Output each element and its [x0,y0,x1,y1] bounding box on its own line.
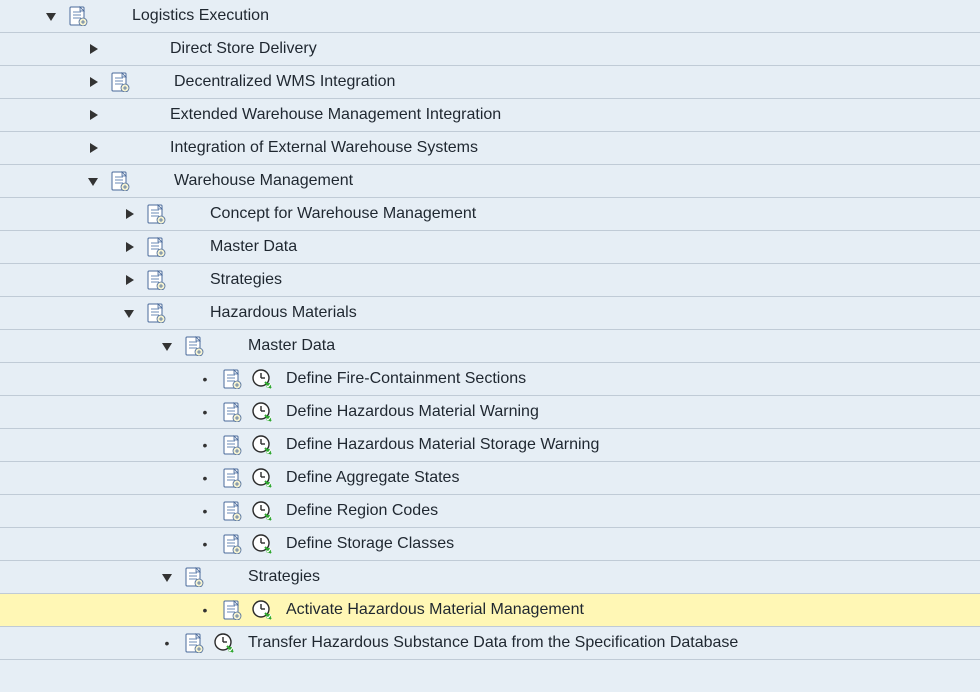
tree-row-define-storage-classes[interactable]: • Define Storage Classes [0,528,980,561]
document-icon [220,433,244,457]
document-icon [220,367,244,391]
expand-toggle-open-icon[interactable] [42,7,60,25]
tree-row-define-aggregate-states[interactable]: • Define Aggregate States [0,462,980,495]
tree-row-strategies-hazmat[interactable]: Strategies [0,561,980,594]
leaf-bullet-icon: • [196,470,214,486]
tree-row-concept-wm[interactable]: Concept for Warehouse Management [0,198,980,231]
document-icon [144,202,168,226]
tree-label: Master Data [242,337,335,355]
tree-label: Define Storage Classes [280,535,454,553]
execute-icon[interactable] [250,400,274,424]
expand-toggle-open-icon[interactable] [84,172,102,190]
leaf-bullet-icon: • [196,371,214,387]
tree-row-extended-wm-integration[interactable]: Extended Warehouse Management Integratio… [0,99,980,132]
document-icon [66,4,90,28]
expand-toggle-closed-icon[interactable] [84,73,102,91]
leaf-bullet-icon: • [158,635,176,651]
tree-label: Define Hazardous Material Warning [280,403,539,421]
expand-toggle-open-icon[interactable] [158,568,176,586]
execute-icon[interactable] [250,532,274,556]
document-icon [220,499,244,523]
document-icon [220,532,244,556]
execute-icon[interactable] [250,433,274,457]
tree-row-master-data-wm[interactable]: Master Data [0,231,980,264]
tree-row-hazardous-materials[interactable]: Hazardous Materials [0,297,980,330]
tree-row-direct-store-delivery[interactable]: Direct Store Delivery [0,33,980,66]
tree-row-logistics-execution[interactable]: Logistics Execution [0,0,980,33]
tree-label: Define Aggregate States [280,469,459,487]
tree-label: Hazardous Materials [204,304,357,322]
tree-row-define-hazmat-warning[interactable]: • Define Hazardous Material Warning [0,396,980,429]
expand-toggle-closed-icon[interactable] [120,271,138,289]
tree-row-define-fire-containment[interactable]: • Define Fire-Containment Sections [0,363,980,396]
tree-row-define-hazmat-storage-warning[interactable]: • Define Hazardous Material Storage Warn… [0,429,980,462]
leaf-bullet-icon: • [196,503,214,519]
tree-row-warehouse-management[interactable]: Warehouse Management [0,165,980,198]
leaf-bullet-icon: • [196,602,214,618]
tree-row-decentralized-wms[interactable]: Decentralized WMS Integration [0,66,980,99]
document-icon [182,565,206,589]
tree-label: Logistics Execution [126,7,269,25]
tree-label: Warehouse Management [168,172,353,190]
tree-label: Integration of External Warehouse System… [164,139,478,157]
document-icon [182,631,206,655]
tree-row-define-region-codes[interactable]: • Define Region Codes [0,495,980,528]
execute-icon[interactable] [250,499,274,523]
document-icon [182,334,206,358]
document-icon [144,301,168,325]
document-icon [220,400,244,424]
tree-label: Activate Hazardous Material Management [280,601,584,619]
tree-label: Direct Store Delivery [164,40,317,58]
document-icon [144,268,168,292]
expand-toggle-closed-icon[interactable] [84,139,102,157]
execute-icon[interactable] [250,466,274,490]
tree-row-activate-hazmat-mgmt[interactable]: • Activate Hazardous Material Management [0,594,980,627]
tree-label: Strategies [242,568,320,586]
expand-toggle-open-icon[interactable] [158,337,176,355]
leaf-bullet-icon: • [196,404,214,420]
tree-label: Extended Warehouse Management Integratio… [164,106,501,124]
tree-label: Decentralized WMS Integration [168,73,395,91]
document-icon [220,466,244,490]
expand-toggle-open-icon[interactable] [120,304,138,322]
tree-label: Concept for Warehouse Management [204,205,476,223]
tree-label: Define Hazardous Material Storage Warnin… [280,436,599,454]
tree-row-master-data-hazmat[interactable]: Master Data [0,330,980,363]
document-icon [220,598,244,622]
tree-label: Transfer Hazardous Substance Data from t… [242,634,738,652]
document-icon [144,235,168,259]
leaf-bullet-icon: • [196,536,214,552]
tree-label: Strategies [204,271,282,289]
document-icon [108,169,132,193]
tree-row-transfer-hazsub-data[interactable]: • Transfer Hazardous Substance Data from… [0,627,980,660]
expand-toggle-closed-icon[interactable] [120,205,138,223]
execute-icon[interactable] [212,631,236,655]
expand-toggle-closed-icon[interactable] [84,40,102,58]
expand-toggle-closed-icon[interactable] [84,106,102,124]
leaf-bullet-icon: • [196,437,214,453]
expand-toggle-closed-icon[interactable] [120,238,138,256]
tree-label: Define Fire-Containment Sections [280,370,526,388]
img-tree: Logistics Execution Direct Store Deliver… [0,0,980,660]
tree-row-integration-external-wh[interactable]: Integration of External Warehouse System… [0,132,980,165]
document-icon [108,70,132,94]
tree-label: Define Region Codes [280,502,438,520]
execute-icon[interactable] [250,367,274,391]
tree-label: Master Data [204,238,297,256]
tree-row-strategies-wm[interactable]: Strategies [0,264,980,297]
execute-icon[interactable] [250,598,274,622]
